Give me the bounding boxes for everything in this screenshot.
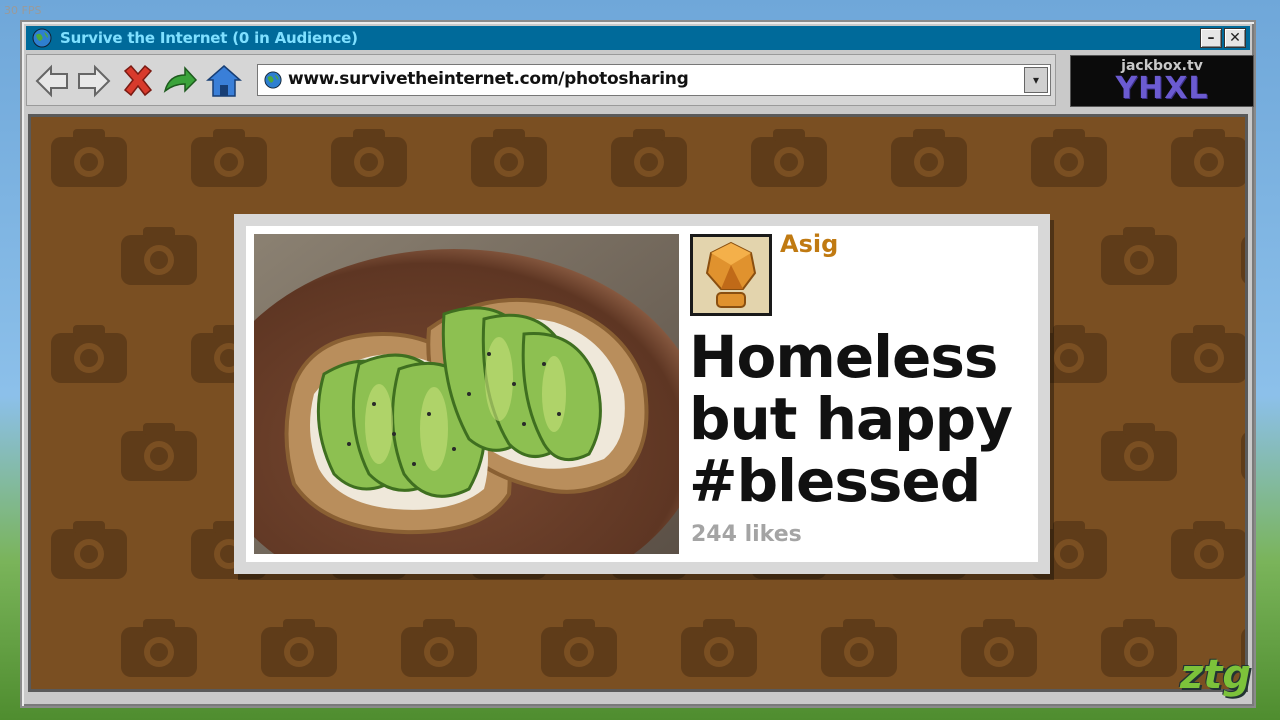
camera-icon bbox=[1101, 227, 1177, 285]
window-title: Survive the Internet (0 in Audience) bbox=[60, 29, 358, 47]
back-arrow-icon[interactable] bbox=[33, 63, 71, 99]
post-body: Asig Homeless but happy #blessed 244 lik… bbox=[246, 226, 1038, 562]
ztg-watermark-logo: ztg bbox=[1180, 652, 1252, 698]
camera-icon bbox=[751, 129, 827, 187]
post-username: Asig bbox=[780, 230, 839, 258]
camera-icon bbox=[331, 129, 407, 187]
address-bar[interactable]: www.survivetheinternet.com/photosharing … bbox=[257, 64, 1051, 96]
post-caption: Homeless but happy #blessed bbox=[689, 326, 1029, 512]
camera-icon bbox=[611, 129, 687, 187]
caption-line: #blessed bbox=[689, 447, 981, 515]
url-dropdown-button[interactable]: ▾ bbox=[1024, 67, 1048, 93]
camera-icon bbox=[541, 619, 617, 677]
room-code-panel: jackbox.tv YHXL bbox=[1070, 55, 1254, 107]
avocado-toast-photo bbox=[254, 234, 679, 554]
globe-icon bbox=[32, 28, 52, 48]
camera-icon bbox=[681, 619, 757, 677]
caption-line: Homeless bbox=[689, 323, 998, 391]
caption-line: but happy bbox=[689, 385, 1013, 453]
camera-icon bbox=[471, 129, 547, 187]
url-text: www.survivetheinternet.com/photosharing bbox=[288, 69, 689, 89]
forward-arrow-icon[interactable] bbox=[75, 63, 113, 99]
camera-icon bbox=[1171, 129, 1245, 187]
camera-icon bbox=[1031, 129, 1107, 187]
camera-icon bbox=[821, 619, 897, 677]
camera-icon bbox=[51, 129, 127, 187]
room-code: YHXL bbox=[1115, 71, 1209, 106]
camera-icon bbox=[891, 129, 967, 187]
camera-icon bbox=[1101, 423, 1177, 481]
globe-icon bbox=[264, 71, 282, 89]
camera-icon bbox=[1101, 619, 1177, 677]
camera-icon bbox=[121, 619, 197, 677]
camera-icon bbox=[401, 619, 477, 677]
camera-icon bbox=[121, 423, 197, 481]
photo-post-card: Asig Homeless but happy #blessed 244 lik… bbox=[234, 214, 1050, 574]
close-button[interactable]: ✕ bbox=[1224, 28, 1246, 48]
camera-icon bbox=[1171, 325, 1245, 383]
camera-icon bbox=[51, 325, 127, 383]
toolbar: www.survivetheinternet.com/photosharing … bbox=[26, 54, 1056, 106]
camera-icon bbox=[1241, 433, 1245, 479]
title-bar: Survive the Internet (0 in Audience) – ✕ bbox=[26, 26, 1250, 50]
home-icon[interactable] bbox=[205, 63, 243, 99]
camera-icon bbox=[191, 129, 267, 187]
minimize-button[interactable]: – bbox=[1200, 28, 1222, 48]
camera-icon bbox=[961, 619, 1037, 677]
like-count: 244 likes bbox=[691, 522, 802, 547]
refresh-arrow-icon[interactable] bbox=[161, 63, 199, 99]
camera-icon bbox=[1171, 521, 1245, 579]
camera-icon bbox=[261, 619, 337, 677]
camera-icon bbox=[1241, 237, 1245, 283]
camera-icon bbox=[121, 227, 197, 285]
fps-counter: 30 FPS bbox=[4, 4, 42, 17]
stop-x-icon[interactable] bbox=[119, 63, 157, 99]
camera-icon bbox=[51, 521, 127, 579]
avatar bbox=[690, 234, 772, 316]
